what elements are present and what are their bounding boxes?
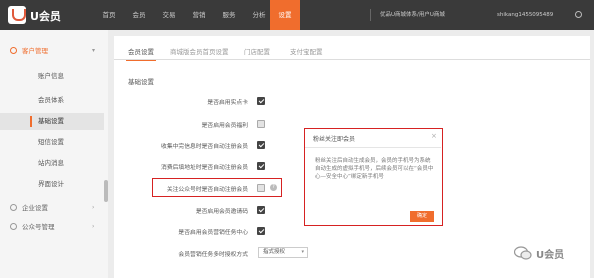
sidebar-group-label: 客户管理 — [22, 47, 48, 55]
sidebar-item-messages[interactable]: 站内消息 — [0, 155, 104, 172]
close-icon[interactable]: × — [431, 132, 437, 140]
setting-label: 消费后填地址时是否自动注册会员 — [161, 165, 248, 171]
dialog-divider — [305, 147, 441, 148]
nav-member[interactable]: 会员 — [126, 0, 152, 30]
auth-method-select[interactable]: 指式授权 ▾ — [258, 247, 308, 258]
logo-text: U会员 — [30, 10, 61, 23]
sidebar-group-label: 公众号管理 — [22, 223, 55, 231]
chevron-down-icon: ▾ — [92, 47, 96, 54]
nav-analysis[interactable]: 分析 — [246, 0, 272, 30]
setting-label: 是否启用实点卡 — [207, 100, 248, 106]
setting-checkbox[interactable] — [257, 120, 265, 128]
sidebar-group-public-account[interactable]: 公众号管理 › — [0, 216, 108, 238]
info-dialog: 粉丝关注即会员 × 粉丝关注后自动生成会员，会员的手机号为系统自动生成的虚拟手机… — [304, 128, 443, 226]
setting-checkbox[interactable] — [257, 184, 265, 192]
setting-label: 是否启用会员营销任务中心 — [178, 230, 248, 236]
shop-switcher[interactable]: 优品U商城体系/用户U商城 — [380, 0, 445, 30]
section-title: 基础设置 — [128, 78, 154, 86]
chevron-down-icon: ▾ — [301, 249, 304, 255]
chevron-right-icon: › — [92, 223, 95, 230]
dialog-body: 粉丝关注后自动生成会员，会员的手机号为系统自动生成的虚拟手机号，后续会员可以在“… — [315, 158, 434, 180]
public-account-icon — [10, 223, 17, 230]
nav-service[interactable]: 服务 — [216, 0, 242, 30]
setting-checkbox[interactable] — [257, 97, 265, 105]
sidebar: 客户管理 ▾ 账户信息 会员体系 基础设置 短信设置 站内消息 界面设计 企业设… — [0, 30, 108, 278]
dialog-confirm-button[interactable]: 确定 — [410, 211, 434, 222]
wechat-icon — [514, 246, 532, 260]
sidebar-item-member-system[interactable]: 会员体系 — [0, 92, 104, 109]
logout-icon[interactable] — [575, 11, 582, 18]
setting-label: 是否启用会员邀请码 — [195, 209, 248, 215]
logo-icon — [8, 6, 26, 24]
dialog-title: 粉丝关注即会员 — [313, 136, 356, 143]
setting-label: 关注公众号时是否自动注册会员 — [166, 187, 248, 193]
top-nav-bar: U会员 首页 会员 交易 营销 服务 分析 设置 优品U商城体系/用户U商城 s… — [0, 0, 594, 30]
nav-settings[interactable]: 设置 — [270, 0, 300, 30]
sidebar-group-customer[interactable]: 客户管理 ▾ — [0, 40, 108, 62]
nav-trade[interactable]: 交易 — [156, 0, 182, 30]
nav-marketing[interactable]: 营销 — [186, 0, 212, 30]
setting-checkbox[interactable] — [257, 141, 265, 149]
watermark: U会员 — [514, 244, 590, 264]
user-account[interactable]: shikang1455095489 — [497, 0, 553, 30]
sidebar-item-ui-design[interactable]: 界面设计 — [0, 176, 104, 193]
tab-member-settings[interactable]: 会员设置 — [126, 44, 156, 61]
tab-store-config[interactable]: 门店配置 — [244, 44, 270, 60]
select-value: 指式授权 — [263, 249, 286, 255]
app-logo[interactable]: U会员 — [8, 5, 61, 25]
tab-alipay-config[interactable]: 支付宝配置 — [290, 44, 323, 60]
nav-home[interactable]: 首页 — [96, 0, 122, 30]
tab-mall-home-settings[interactable]: 商城版会员首页设置 — [170, 44, 229, 60]
sidebar-item-basic-settings[interactable]: 基础设置 — [0, 113, 104, 130]
nav-divider — [370, 9, 371, 21]
setting-label: 收集中完信息时是否自动注册会员 — [161, 144, 248, 150]
customer-icon — [10, 47, 17, 54]
setting-checkbox[interactable] — [257, 162, 265, 170]
setting-label: 是否启用会员福利 — [201, 123, 248, 129]
sidebar-item-sms[interactable]: 短信设置 — [0, 134, 104, 151]
sidebar-item-account[interactable]: 账户信息 — [0, 68, 104, 85]
setting-checkbox[interactable] — [257, 227, 265, 235]
tab-bar: 会员设置 商城版会员首页设置 门店配置 支付宝配置 — [114, 44, 590, 61]
setting-checkbox[interactable] — [257, 206, 265, 214]
enterprise-icon — [10, 204, 17, 211]
help-icon[interactable]: ? — [270, 184, 277, 191]
setting-label: 会员营销任务多时授权方式 — [178, 252, 248, 258]
watermark-text: U会员 — [536, 250, 565, 261]
